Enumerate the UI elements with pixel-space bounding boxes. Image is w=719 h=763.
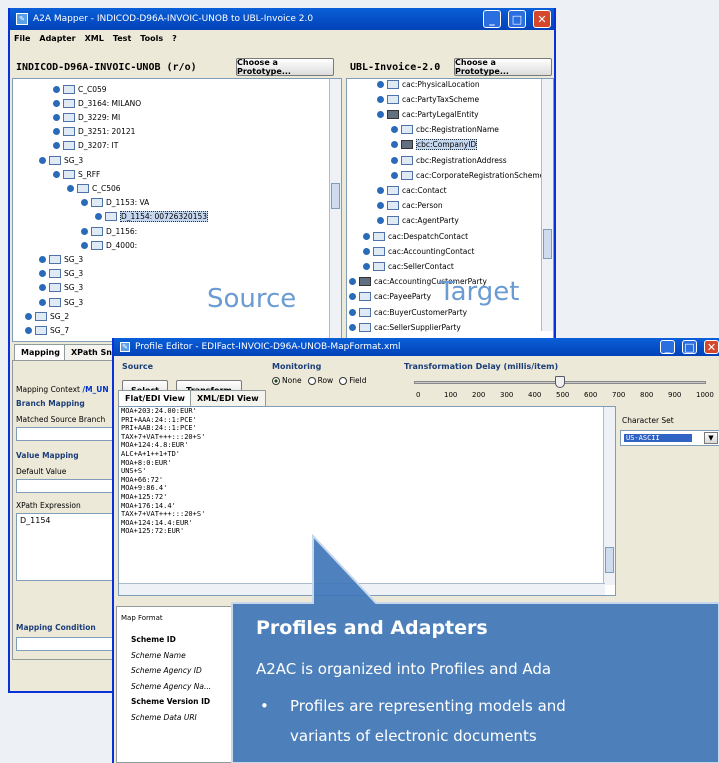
callout-bubble [231, 533, 719, 763]
callout-heading: Profiles and Adapters [256, 617, 488, 639]
callout-bullet-continuation: variants of electronic documents [290, 727, 537, 745]
callout-intro: A2AC is organized into Profiles and Ada [256, 660, 552, 678]
callout-bullet-text: Profiles are representing models and [290, 697, 566, 715]
callout-bullet-dot: • [260, 697, 269, 715]
